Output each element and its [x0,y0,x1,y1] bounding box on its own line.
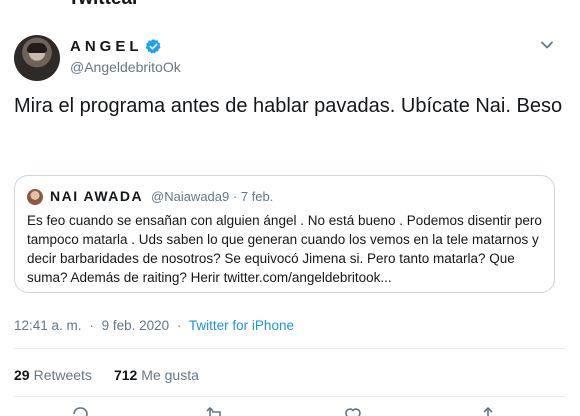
quoted-avatar [27,189,43,205]
author-display-name[interactable]: ANGEL [70,38,143,55]
quoted-tweet[interactable]: NAI AWADA @Naiawada9 · 7 feb. Es feo cua… [14,175,555,293]
author-name-row: ANGEL [70,38,162,55]
stats-row: 29 Retweets 712 Me gusta [14,367,221,383]
retweets-label: Retweets [33,367,92,383]
chevron-down-icon[interactable] [540,38,554,52]
retweet-icon[interactable] [205,405,225,416]
divider [14,396,565,397]
client-separator: · [176,318,182,333]
heart-icon[interactable] [343,405,363,416]
quoted-separator: · [232,189,238,204]
time-separator: · [89,318,94,333]
share-icon[interactable] [478,405,498,416]
quoted-date: 7 feb. [240,189,274,204]
top-bar: Twittear [0,0,580,10]
reply-icon[interactable] [70,405,90,416]
quoted-handle: @Naiawada9 [151,189,230,204]
likes-count: 712 [113,367,138,383]
tweet-time[interactable]: 12:41 a. m. [14,318,82,333]
quoted-author-name: NAI AWADA [50,188,144,204]
tweet-date[interactable]: 9 feb. 2020 [102,318,170,333]
client-link[interactable]: Twitter for iPhone [189,318,294,333]
divider [14,348,565,349]
likes-label: Me gusta [141,367,199,383]
avatar[interactable] [14,35,60,81]
timestamp-row: 12:41 a. m. · 9 feb. 2020 · Twitter for … [14,318,294,333]
verified-badge-icon [145,39,161,54]
quoted-meta: @Naiawada9 · 7 feb. [151,189,273,204]
retweets-count: 29 [14,367,30,383]
page-title: Twittear [68,0,139,10]
author-handle[interactable]: @AngeldebritoOk [70,59,181,75]
retweets-stat[interactable]: 29 Retweets [14,367,92,383]
quoted-text: Es feo cuando se ensañan con alguien áng… [27,213,542,285]
tweet-text: Mira el programa antes de hablar pavadas… [14,95,563,117]
action-bar [0,405,580,416]
likes-stat[interactable]: 712 Me gusta [114,367,199,383]
